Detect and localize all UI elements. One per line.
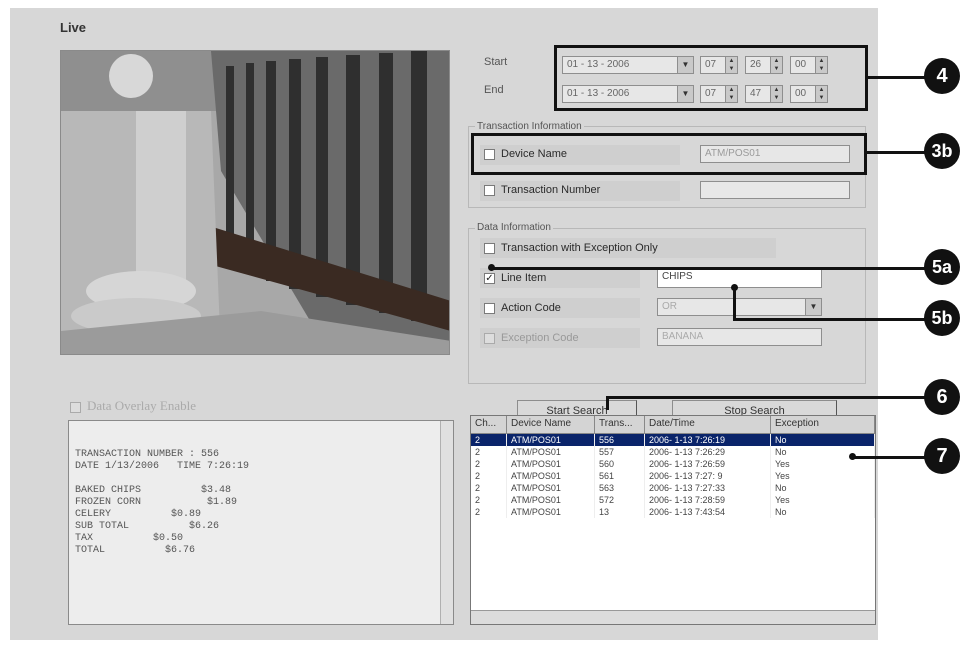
table-cell: ATM/POS01: [507, 458, 595, 470]
checkbox-icon[interactable]: [484, 302, 495, 314]
table-cell: 560: [595, 458, 645, 470]
table-cell: ATM/POS01: [507, 494, 595, 506]
line-item-field[interactable]: CHIPS: [657, 268, 822, 288]
table-cell: 2006- 1-13 7:26:19: [645, 434, 771, 446]
table-cell: ATM/POS01: [507, 434, 595, 446]
page-title: Live: [60, 20, 87, 35]
table-cell: ATM/POS01: [507, 446, 595, 458]
exception-code-field[interactable]: BANANA: [657, 328, 822, 346]
table-cell: 2006- 1-13 7:26:29: [645, 446, 771, 458]
table-row[interactable]: 2 ATM/POS01 560 2006- 1-13 7:26:59 Yes: [471, 458, 875, 470]
exception-only-checkbox[interactable]: Transaction with Exception Only: [484, 242, 658, 254]
table-cell: 13: [595, 506, 645, 518]
table-cell: No: [771, 506, 875, 518]
table-header: Ch... Device Name Trans... Date/Time Exc…: [471, 416, 875, 434]
callout-7: 7: [924, 438, 960, 474]
live-video-view: [60, 50, 450, 355]
action-code-select[interactable]: OR ▼: [657, 298, 822, 316]
checkbox-icon[interactable]: [484, 332, 495, 344]
table-cell: ATM/POS01: [507, 506, 595, 518]
table-cell: 557: [595, 446, 645, 458]
table-cell: No: [771, 434, 875, 446]
table-cell: 561: [595, 470, 645, 482]
table-cell: 2: [471, 506, 507, 518]
overlay-textbox[interactable]: TRANSACTION NUMBER : 556 DATE 1/13/2006 …: [68, 420, 454, 625]
table-cell: ATM/POS01: [507, 482, 595, 494]
column-header[interactable]: Trans...: [595, 416, 645, 433]
table-cell: 563: [595, 482, 645, 494]
table-row[interactable]: 2 ATM/POS01 572 2006- 1-13 7:28:59 Yes: [471, 494, 875, 506]
transaction-number-checkbox[interactable]: Transaction Number: [484, 184, 600, 196]
callout-6: 6: [924, 379, 960, 415]
table-cell: 556: [595, 434, 645, 446]
checkbox-icon[interactable]: [484, 242, 495, 254]
table-row[interactable]: 2 ATM/POS01 563 2006- 1-13 7:27:33 No: [471, 482, 875, 494]
checkbox-icon[interactable]: [70, 401, 81, 413]
results-table[interactable]: Ch... Device Name Trans... Date/Time Exc…: [470, 415, 876, 625]
table-body: 2 ATM/POS01 556 2006- 1-13 7:26:19 No 2 ATM/PO…: [471, 434, 875, 518]
table-cell: No: [771, 482, 875, 494]
column-header[interactable]: Exception: [771, 416, 875, 433]
column-header[interactable]: Date/Time: [645, 416, 771, 433]
table-cell: Yes: [771, 470, 875, 482]
callout-5a: 5a: [924, 249, 960, 285]
table-cell: 2: [471, 470, 507, 482]
data-overlay-checkbox[interactable]: Data Overlay Enable: [70, 398, 196, 414]
time-range-highlight: [554, 45, 868, 111]
line-item-checkbox[interactable]: ✓ Line Item: [484, 272, 546, 284]
table-cell: Yes: [771, 458, 875, 470]
callout-4: 4: [924, 58, 960, 94]
vertical-scrollbar[interactable]: [440, 421, 453, 624]
exception-code-checkbox[interactable]: Exception Code: [484, 332, 579, 344]
column-header[interactable]: Device Name: [507, 416, 595, 433]
transaction-number-field[interactable]: [700, 181, 850, 199]
table-cell: 2006- 1-13 7:26:59: [645, 458, 771, 470]
table-cell: 2: [471, 434, 507, 446]
table-cell: 2006- 1-13 7:27:33: [645, 482, 771, 494]
table-cell: 2006- 1-13 7:43:54: [645, 506, 771, 518]
data-info-title: Data Information: [475, 222, 553, 233]
table-cell: 2: [471, 458, 507, 470]
transaction-info-title: Transaction Information: [475, 121, 584, 132]
table-cell: 2006- 1-13 7:28:59: [645, 494, 771, 506]
table-row[interactable]: 2 ATM/POS01 13 2006- 1-13 7:43:54 No: [471, 506, 875, 518]
end-label: End: [484, 84, 504, 96]
table-cell: 2: [471, 482, 507, 494]
checkmark-icon[interactable]: ✓: [484, 272, 495, 284]
table-cell: Yes: [771, 494, 875, 506]
callout-5b: 5b: [924, 300, 960, 336]
start-label: Start: [484, 56, 508, 68]
table-cell: 572: [595, 494, 645, 506]
horizontal-scrollbar[interactable]: [471, 610, 875, 624]
table-row[interactable]: 2 ATM/POS01 557 2006- 1-13 7:26:29 No: [471, 446, 875, 458]
device-name-highlight: [471, 133, 867, 175]
camera-image: [61, 51, 449, 354]
overlay-text: TRANSACTION NUMBER : 556 DATE 1/13/2006 …: [75, 449, 250, 556]
callout-3b: 3b: [924, 133, 960, 169]
table-row[interactable]: 2 ATM/POS01 556 2006- 1-13 7:26:19 No: [471, 434, 875, 446]
table-cell: ATM/POS01: [507, 470, 595, 482]
table-row[interactable]: 2 ATM/POS01 561 2006- 1-13 7:27: 9 Yes: [471, 470, 875, 482]
table-cell: 2: [471, 446, 507, 458]
column-header[interactable]: Ch...: [471, 416, 507, 433]
action-code-checkbox[interactable]: Action Code: [484, 302, 561, 314]
table-cell: 2: [471, 494, 507, 506]
chevron-down-icon[interactable]: ▼: [805, 299, 821, 315]
checkbox-icon[interactable]: [484, 184, 495, 196]
table-cell: 2006- 1-13 7:27: 9: [645, 470, 771, 482]
